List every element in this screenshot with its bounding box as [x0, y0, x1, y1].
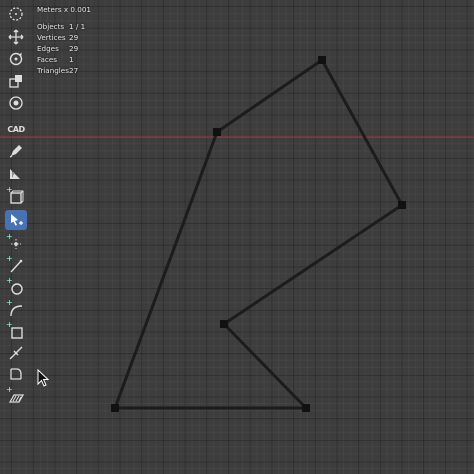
rotate-tool[interactable] — [5, 49, 27, 69]
plus-icon: + — [6, 185, 13, 194]
stat-label: Faces — [37, 55, 57, 64]
plus-icon: + — [6, 298, 13, 307]
scale-icon — [9, 75, 22, 88]
stat-value: 29 — [69, 44, 79, 53]
cursor-snap-tool[interactable] — [5, 210, 27, 230]
stat-row-faces: Faces 1 — [37, 54, 85, 65]
scene-statistics: Objects 1 / 1 Vertices 29 Edges 29 Faces 1 T… — [37, 21, 85, 76]
move-tool[interactable] — [5, 27, 27, 47]
vertex-marker[interactable] — [111, 404, 119, 412]
transform-tool[interactable] — [5, 93, 27, 113]
add-circle-tool[interactable]: + — [5, 276, 27, 298]
polygon-outline[interactable] — [113, 58, 404, 410]
vertex-marker[interactable] — [220, 320, 228, 328]
stat-row-edges: Edges 29 — [37, 43, 85, 54]
cursor-snap-icon — [11, 214, 23, 226]
plus-icon: + — [6, 385, 13, 394]
rotate-icon — [9, 52, 23, 66]
select-circle-tool[interactable] — [5, 4, 27, 24]
plus-icon: + — [6, 320, 13, 329]
add-rectangle-tool[interactable]: + — [5, 320, 27, 342]
vertex-marker[interactable] — [398, 201, 406, 209]
transform-icon — [9, 96, 23, 110]
stat-label: Triangles — [37, 66, 69, 75]
stat-row-objects: Objects 1 / 1 — [37, 21, 85, 32]
hatch-tool[interactable]: + — [5, 385, 27, 407]
add-line-tool[interactable]: + — [5, 254, 27, 276]
vertex-marker[interactable] — [302, 404, 310, 412]
measure-tool[interactable] — [5, 163, 27, 183]
cad-tool[interactable]: CAD — [5, 119, 27, 139]
cad-icon: CAD — [7, 124, 25, 134]
stat-label: Objects — [37, 22, 65, 31]
units-label: Meters x 0.001 — [37, 5, 91, 14]
move-arrows-icon — [8, 29, 24, 45]
stat-value: 1 — [69, 55, 74, 64]
stat-value: 1 / 1 — [69, 22, 86, 31]
stat-label: Edges — [37, 44, 59, 53]
stat-value: 29 — [69, 33, 79, 42]
vertex-marker[interactable] — [213, 128, 221, 136]
add-arc-tool[interactable]: + — [5, 298, 27, 320]
tool-shelf: CAD + + + + + + + — [2, 0, 28, 410]
trim-icon — [9, 346, 23, 360]
mouse-pointer-icon — [37, 369, 49, 387]
pencil-icon — [9, 145, 22, 158]
ruler-icon — [10, 169, 20, 179]
stat-row-vertices: Vertices 29 — [37, 32, 85, 43]
plus-icon: + — [6, 254, 13, 263]
stat-row-triangles: Triangles 27 — [37, 65, 85, 76]
stat-value: 27 — [69, 66, 79, 75]
fillet-tool[interactable] — [5, 364, 27, 384]
stat-label: Vertices — [37, 33, 66, 42]
add-point-tool[interactable]: + — [5, 232, 27, 254]
scale-tool[interactable] — [5, 71, 27, 91]
dotted-circle-icon — [9, 7, 23, 21]
vertex-marker[interactable] — [318, 56, 326, 64]
annotate-tool[interactable] — [5, 141, 27, 161]
fillet-icon — [10, 368, 22, 380]
plus-icon: + — [6, 232, 13, 241]
plus-icon: + — [6, 276, 13, 285]
add-cube-tool[interactable]: + — [5, 185, 27, 207]
trim-tool[interactable] — [5, 343, 27, 363]
